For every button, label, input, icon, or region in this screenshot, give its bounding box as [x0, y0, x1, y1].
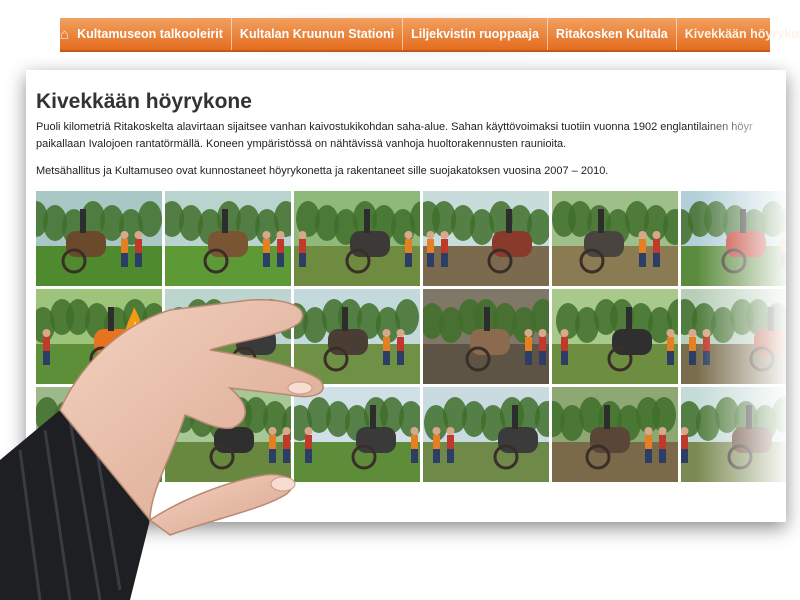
- worker-lifting-photo[interactable]: [681, 191, 786, 286]
- boiler-on-wheels-photo[interactable]: [552, 289, 678, 384]
- boiler-rear-photo[interactable]: [36, 387, 162, 482]
- logs-hauling-photo[interactable]: [423, 191, 549, 286]
- forest-machine-photo[interactable]: [36, 191, 162, 286]
- nav-item-talkooleirit[interactable]: Kultamuseon talkooleirit: [69, 18, 232, 50]
- nav-item-kruunun-stationi[interactable]: Kultalan Kruunun Stationi: [232, 18, 404, 50]
- engine-side-photo[interactable]: [165, 387, 291, 482]
- site-overview-photo[interactable]: [165, 289, 291, 384]
- flywheel-closeup-photo[interactable]: [423, 289, 549, 384]
- intro-paragraph-line2: paikallaan Ivalojoen rantatörmällä. Kone…: [36, 138, 567, 150]
- chimney-worker-photo[interactable]: [294, 387, 420, 482]
- intro-paragraph-line1: Puoli kilometriä Ritakoskelta alavirtaan…: [36, 121, 753, 133]
- forest-clearing-photo[interactable]: [165, 191, 291, 286]
- restoration-paragraph: Metsähallitus ja Kultamuseo ovat kunnost…: [36, 165, 609, 177]
- top-nav: ⌂ Kultamuseon talkooleirit Kultalan Kruu…: [60, 18, 800, 52]
- nav-item-ruoppaaja[interactable]: Liljekvistin ruoppaaja: [403, 18, 548, 50]
- page-title: Kivekkään höyrykone: [36, 90, 252, 113]
- nav-item-ritakosken-kultala[interactable]: Ritakosken Kultala: [548, 18, 677, 50]
- photo-gallery: [36, 191, 786, 482]
- content-page: Kivekkään höyrykone Puoli kilometriä Rit…: [26, 70, 786, 522]
- nav-item-hoyrykone[interactable]: Kivekkään höyrykone: [677, 18, 800, 50]
- boiler-chimney-photo[interactable]: [423, 387, 549, 482]
- timber-work-photo[interactable]: [681, 289, 786, 384]
- wheel-assembly-photo[interactable]: [552, 387, 678, 482]
- boiler-workers-photo[interactable]: [294, 191, 420, 286]
- home-icon[interactable]: ⌂: [60, 18, 69, 50]
- group-at-engine-photo[interactable]: [294, 289, 420, 384]
- engine-on-logs-photo[interactable]: [681, 387, 786, 482]
- engine-wheel-photo[interactable]: [552, 191, 678, 286]
- bonfire-photo[interactable]: [36, 289, 162, 384]
